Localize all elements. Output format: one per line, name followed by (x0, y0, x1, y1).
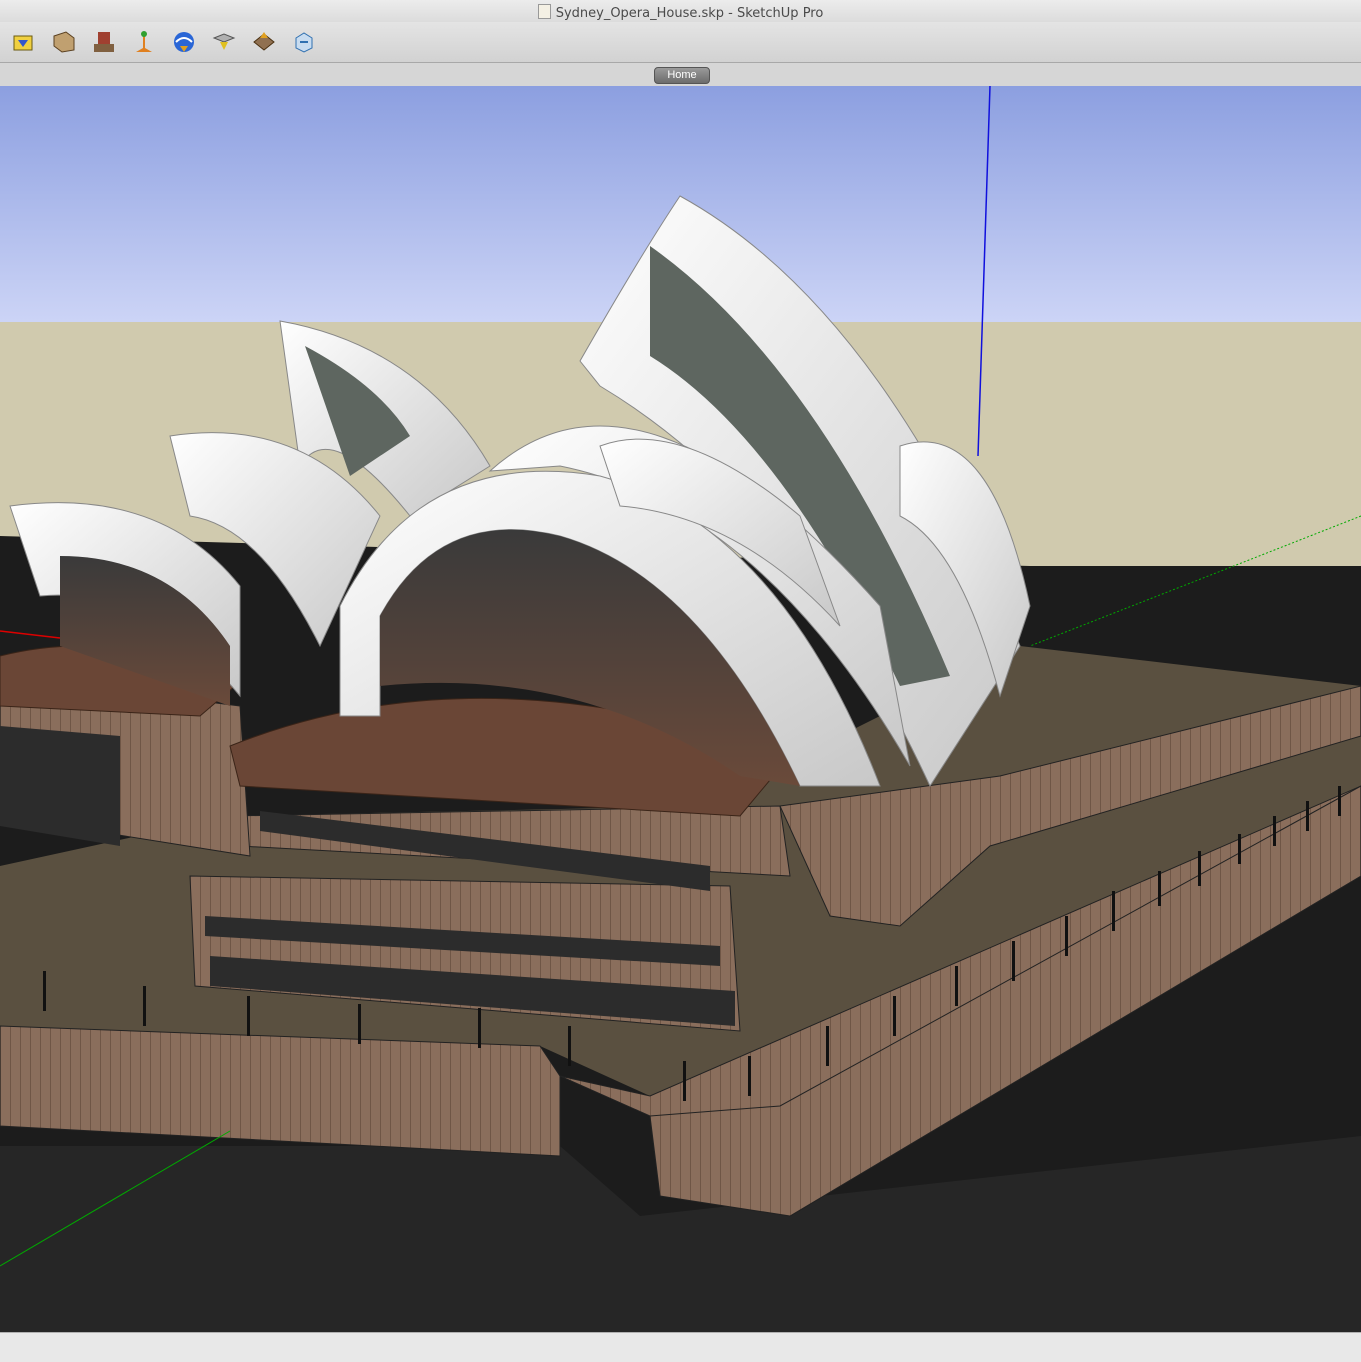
model-canvas (0, 86, 1361, 1332)
get-current-view-button[interactable] (130, 28, 158, 56)
status-bar (0, 1332, 1361, 1362)
toggle-terrain-button[interactable] (170, 28, 198, 56)
photo-textures-button[interactable] (290, 28, 318, 56)
scene-tabs: Home (0, 63, 1361, 87)
toolbar (0, 22, 1361, 63)
toggle-terrain-icon (174, 32, 194, 52)
title-bar: Sydney_Opera_House.skp - SketchUp Pro (0, 0, 1361, 22)
add-location-button[interactable] (210, 28, 238, 56)
window-title: Sydney_Opera_House.skp - SketchUp Pro (0, 4, 1361, 21)
scene-tab-home[interactable]: Home (654, 67, 710, 84)
window-band-left (0, 726, 120, 846)
get-models-button[interactable] (10, 28, 38, 56)
share-model-icon (53, 31, 75, 53)
preview-google-earth-icon (253, 32, 275, 51)
get-current-view-icon (136, 31, 152, 52)
share-component-icon (94, 32, 114, 52)
window-title-text: Sydney_Opera_House.skp - SketchUp Pro (555, 6, 824, 21)
share-component-button[interactable] (90, 28, 118, 56)
share-model-button[interactable] (50, 28, 78, 56)
add-location-icon (212, 33, 236, 50)
get-models-icon (13, 35, 33, 51)
document-icon (537, 4, 551, 19)
model-viewport[interactable] (0, 86, 1361, 1332)
preview-google-earth-button[interactable] (250, 28, 278, 56)
photo-textures-icon (295, 32, 313, 53)
